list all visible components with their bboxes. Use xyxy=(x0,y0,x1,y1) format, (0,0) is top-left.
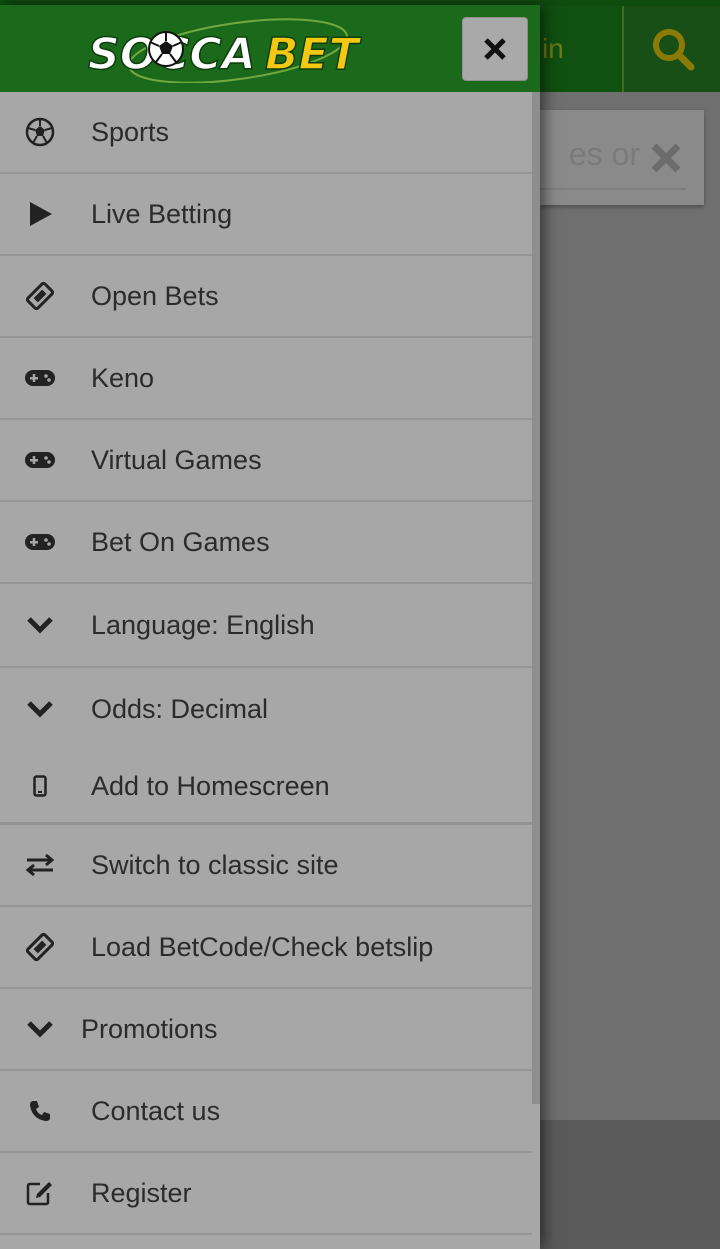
search-button[interactable] xyxy=(622,6,720,92)
play-icon xyxy=(30,202,52,226)
gamepad-icon xyxy=(25,452,55,468)
page-content xyxy=(540,92,720,1120)
soccabet-logo: SOCCA BET xyxy=(88,18,362,83)
menu-item-open-bets[interactable]: Open Bets xyxy=(0,256,532,338)
close-drawer-button[interactable] xyxy=(462,17,528,81)
side-drawer: SOCCA BET Sports xyxy=(0,5,540,1249)
chevron-down-icon xyxy=(27,1021,53,1038)
menu-item-switch-classic[interactable]: Switch to classic site xyxy=(0,822,532,907)
drawer-menu: Sports Live Betting Open Bets Keno Virtu… xyxy=(0,92,532,1235)
mobile-icon xyxy=(33,775,47,797)
page-footer xyxy=(540,1120,720,1249)
menu-item-label: Register xyxy=(91,1177,192,1208)
menu-item-label: Language: English xyxy=(91,609,315,640)
ticket-icon xyxy=(25,932,55,962)
search-panel: es or xyxy=(540,110,704,205)
clear-search-icon[interactable] xyxy=(648,140,684,176)
menu-item-label: Keno xyxy=(91,362,155,393)
phone-icon xyxy=(30,1101,50,1121)
gamepad-icon xyxy=(25,370,55,386)
menu-item-label: Virtual Games xyxy=(91,444,262,475)
ticket-icon xyxy=(25,281,55,311)
search-icon xyxy=(653,29,695,71)
menu-item-odds[interactable]: Odds: Decimal xyxy=(0,668,532,750)
menu-item-label: Bet On Games xyxy=(91,526,270,557)
menu-item-virtual-games[interactable]: Virtual Games xyxy=(0,420,532,502)
drawer-scrollbar[interactable] xyxy=(532,92,540,1104)
menu-item-label: Switch to classic site xyxy=(91,849,339,880)
menu-item-live-betting[interactable]: Live Betting xyxy=(0,174,532,256)
login-label: in xyxy=(542,33,564,64)
menu-item-label: Contact us xyxy=(91,1095,221,1126)
exchange-icon xyxy=(25,853,55,877)
menu-item-label: Open Bets xyxy=(91,280,219,311)
soccer-ball-icon xyxy=(25,117,55,147)
menu-item-label: Live Betting xyxy=(91,198,233,229)
logo-text-part2: BET xyxy=(265,29,362,80)
search-underline xyxy=(540,188,686,190)
menu-item-label: Add to Homescreen xyxy=(91,770,330,801)
menu-item-keno[interactable]: Keno xyxy=(0,338,532,420)
menu-item-load-betcode[interactable]: Load BetCode/Check betslip xyxy=(0,907,532,989)
menu-item-language[interactable]: Language: English xyxy=(0,584,532,668)
chevron-down-icon xyxy=(27,701,53,718)
menu-item-register[interactable]: Register xyxy=(0,1153,532,1235)
drawer-header: SOCCA BET xyxy=(0,5,540,92)
logo-ball-icon xyxy=(148,31,184,67)
menu-item-label: Promotions xyxy=(81,1013,218,1044)
menu-item-add-to-homescreen[interactable]: Add to Homescreen xyxy=(0,750,532,822)
edit-icon xyxy=(26,1182,52,1206)
menu-item-sports[interactable]: Sports xyxy=(0,92,532,174)
chevron-down-icon xyxy=(27,617,53,634)
menu-item-contact-us[interactable]: Contact us xyxy=(0,1071,532,1153)
menu-item-label: Load BetCode/Check betslip xyxy=(91,931,434,962)
menu-item-label: Odds: Decimal xyxy=(91,693,269,724)
gamepad-icon xyxy=(25,534,55,550)
close-icon xyxy=(484,38,506,60)
menu-item-label: Sports xyxy=(91,116,170,147)
login-button[interactable]: in xyxy=(540,6,622,92)
menu-item-promotions[interactable]: Promotions xyxy=(0,989,532,1071)
menu-item-bet-on-games[interactable]: Bet On Games xyxy=(0,502,532,584)
